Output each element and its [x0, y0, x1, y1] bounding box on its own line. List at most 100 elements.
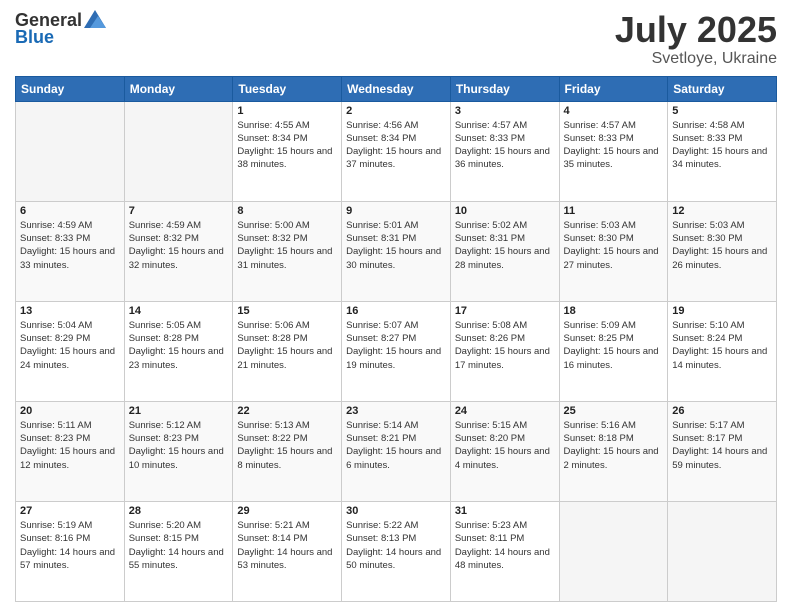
- day-number: 27: [20, 505, 120, 517]
- header-saturday: Saturday: [668, 76, 777, 101]
- sunrise-text: Sunrise: 4:58 AM: [672, 119, 772, 132]
- sunset-text: Sunset: 8:20 PM: [455, 432, 555, 445]
- day-number: 12: [672, 205, 772, 217]
- sunrise-text: Sunrise: 5:14 AM: [346, 419, 446, 432]
- sunset-text: Sunset: 8:31 PM: [346, 232, 446, 245]
- sunset-text: Sunset: 8:33 PM: [20, 232, 120, 245]
- cell-info: Sunrise: 5:07 AM Sunset: 8:27 PM Dayligh…: [346, 319, 446, 372]
- calendar-cell: 29 Sunrise: 5:21 AM Sunset: 8:14 PM Dayl…: [233, 501, 342, 601]
- calendar-table: Sunday Monday Tuesday Wednesday Thursday…: [15, 76, 777, 602]
- cell-info: Sunrise: 5:19 AM Sunset: 8:16 PM Dayligh…: [20, 519, 120, 572]
- calendar-cell: 13 Sunrise: 5:04 AM Sunset: 8:29 PM Dayl…: [16, 301, 125, 401]
- sunrise-text: Sunrise: 5:19 AM: [20, 519, 120, 532]
- day-number: 8: [237, 205, 337, 217]
- calendar-cell: 8 Sunrise: 5:00 AM Sunset: 8:32 PM Dayli…: [233, 201, 342, 301]
- calendar-cell: [559, 501, 668, 601]
- header: General Blue July 2025 Svetloye, Ukraine: [15, 10, 777, 68]
- calendar-cell: 23 Sunrise: 5:14 AM Sunset: 8:21 PM Dayl…: [342, 401, 451, 501]
- sunset-text: Sunset: 8:32 PM: [129, 232, 229, 245]
- sunrise-text: Sunrise: 5:10 AM: [672, 319, 772, 332]
- cell-info: Sunrise: 5:16 AM Sunset: 8:18 PM Dayligh…: [564, 419, 664, 472]
- sunrise-text: Sunrise: 5:23 AM: [455, 519, 555, 532]
- cell-info: Sunrise: 5:09 AM Sunset: 8:25 PM Dayligh…: [564, 319, 664, 372]
- daylight-text: Daylight: 15 hours and 12 minutes.: [20, 445, 120, 472]
- cell-info: Sunrise: 4:55 AM Sunset: 8:34 PM Dayligh…: [237, 119, 337, 172]
- daylight-text: Daylight: 15 hours and 31 minutes.: [237, 245, 337, 272]
- sunset-text: Sunset: 8:29 PM: [20, 332, 120, 345]
- sunrise-text: Sunrise: 4:56 AM: [346, 119, 446, 132]
- day-number: 6: [20, 205, 120, 217]
- cell-info: Sunrise: 5:23 AM Sunset: 8:11 PM Dayligh…: [455, 519, 555, 572]
- cell-info: Sunrise: 5:13 AM Sunset: 8:22 PM Dayligh…: [237, 419, 337, 472]
- calendar-cell: 28 Sunrise: 5:20 AM Sunset: 8:15 PM Dayl…: [124, 501, 233, 601]
- logo-blue: Blue: [15, 27, 54, 48]
- sunset-text: Sunset: 8:23 PM: [20, 432, 120, 445]
- sunset-text: Sunset: 8:33 PM: [672, 132, 772, 145]
- day-number: 10: [455, 205, 555, 217]
- day-number: 16: [346, 305, 446, 317]
- calendar-cell: 10 Sunrise: 5:02 AM Sunset: 8:31 PM Dayl…: [450, 201, 559, 301]
- daylight-text: Daylight: 14 hours and 48 minutes.: [455, 546, 555, 573]
- calendar-cell: [16, 101, 125, 201]
- sunrise-text: Sunrise: 5:17 AM: [672, 419, 772, 432]
- calendar-cell: 17 Sunrise: 5:08 AM Sunset: 8:26 PM Dayl…: [450, 301, 559, 401]
- day-number: 26: [672, 405, 772, 417]
- daylight-text: Daylight: 14 hours and 53 minutes.: [237, 546, 337, 573]
- cell-info: Sunrise: 5:00 AM Sunset: 8:32 PM Dayligh…: [237, 219, 337, 272]
- daylight-text: Daylight: 14 hours and 50 minutes.: [346, 546, 446, 573]
- sunrise-text: Sunrise: 5:01 AM: [346, 219, 446, 232]
- cell-info: Sunrise: 4:56 AM Sunset: 8:34 PM Dayligh…: [346, 119, 446, 172]
- calendar-cell: 27 Sunrise: 5:19 AM Sunset: 8:16 PM Dayl…: [16, 501, 125, 601]
- cell-info: Sunrise: 4:58 AM Sunset: 8:33 PM Dayligh…: [672, 119, 772, 172]
- sunset-text: Sunset: 8:25 PM: [564, 332, 664, 345]
- day-number: 1: [237, 105, 337, 117]
- daylight-text: Daylight: 15 hours and 4 minutes.: [455, 445, 555, 472]
- cell-info: Sunrise: 5:17 AM Sunset: 8:17 PM Dayligh…: [672, 419, 772, 472]
- day-number: 5: [672, 105, 772, 117]
- cell-info: Sunrise: 4:57 AM Sunset: 8:33 PM Dayligh…: [564, 119, 664, 172]
- sunrise-text: Sunrise: 5:21 AM: [237, 519, 337, 532]
- sunrise-text: Sunrise: 5:00 AM: [237, 219, 337, 232]
- calendar-cell: 26 Sunrise: 5:17 AM Sunset: 8:17 PM Dayl…: [668, 401, 777, 501]
- cell-info: Sunrise: 5:06 AM Sunset: 8:28 PM Dayligh…: [237, 319, 337, 372]
- sunrise-text: Sunrise: 4:57 AM: [564, 119, 664, 132]
- cell-info: Sunrise: 5:22 AM Sunset: 8:13 PM Dayligh…: [346, 519, 446, 572]
- day-number: 3: [455, 105, 555, 117]
- header-wednesday: Wednesday: [342, 76, 451, 101]
- day-number: 14: [129, 305, 229, 317]
- month-title: July 2025: [615, 10, 777, 50]
- daylight-text: Daylight: 15 hours and 35 minutes.: [564, 145, 664, 172]
- daylight-text: Daylight: 15 hours and 19 minutes.: [346, 345, 446, 372]
- day-number: 31: [455, 505, 555, 517]
- cell-info: Sunrise: 5:15 AM Sunset: 8:20 PM Dayligh…: [455, 419, 555, 472]
- sunset-text: Sunset: 8:26 PM: [455, 332, 555, 345]
- sunrise-text: Sunrise: 4:59 AM: [129, 219, 229, 232]
- cell-info: Sunrise: 5:14 AM Sunset: 8:21 PM Dayligh…: [346, 419, 446, 472]
- sunrise-text: Sunrise: 5:15 AM: [455, 419, 555, 432]
- day-number: 4: [564, 105, 664, 117]
- sunset-text: Sunset: 8:30 PM: [564, 232, 664, 245]
- calendar-cell: 25 Sunrise: 5:16 AM Sunset: 8:18 PM Dayl…: [559, 401, 668, 501]
- header-friday: Friday: [559, 76, 668, 101]
- day-number: 30: [346, 505, 446, 517]
- cell-info: Sunrise: 5:03 AM Sunset: 8:30 PM Dayligh…: [672, 219, 772, 272]
- sunrise-text: Sunrise: 5:03 AM: [564, 219, 664, 232]
- location-title: Svetloye, Ukraine: [615, 50, 777, 68]
- calendar-cell: 21 Sunrise: 5:12 AM Sunset: 8:23 PM Dayl…: [124, 401, 233, 501]
- daylight-text: Daylight: 15 hours and 26 minutes.: [672, 245, 772, 272]
- day-number: 9: [346, 205, 446, 217]
- calendar-cell: 18 Sunrise: 5:09 AM Sunset: 8:25 PM Dayl…: [559, 301, 668, 401]
- calendar-cell: 5 Sunrise: 4:58 AM Sunset: 8:33 PM Dayli…: [668, 101, 777, 201]
- daylight-text: Daylight: 15 hours and 17 minutes.: [455, 345, 555, 372]
- sunset-text: Sunset: 8:22 PM: [237, 432, 337, 445]
- sunset-text: Sunset: 8:32 PM: [237, 232, 337, 245]
- day-number: 17: [455, 305, 555, 317]
- cell-info: Sunrise: 5:10 AM Sunset: 8:24 PM Dayligh…: [672, 319, 772, 372]
- calendar-week-4: 27 Sunrise: 5:19 AM Sunset: 8:16 PM Dayl…: [16, 501, 777, 601]
- sunset-text: Sunset: 8:34 PM: [237, 132, 337, 145]
- daylight-text: Daylight: 15 hours and 36 minutes.: [455, 145, 555, 172]
- sunrise-text: Sunrise: 5:20 AM: [129, 519, 229, 532]
- sunrise-text: Sunrise: 5:22 AM: [346, 519, 446, 532]
- day-number: 18: [564, 305, 664, 317]
- day-number: 2: [346, 105, 446, 117]
